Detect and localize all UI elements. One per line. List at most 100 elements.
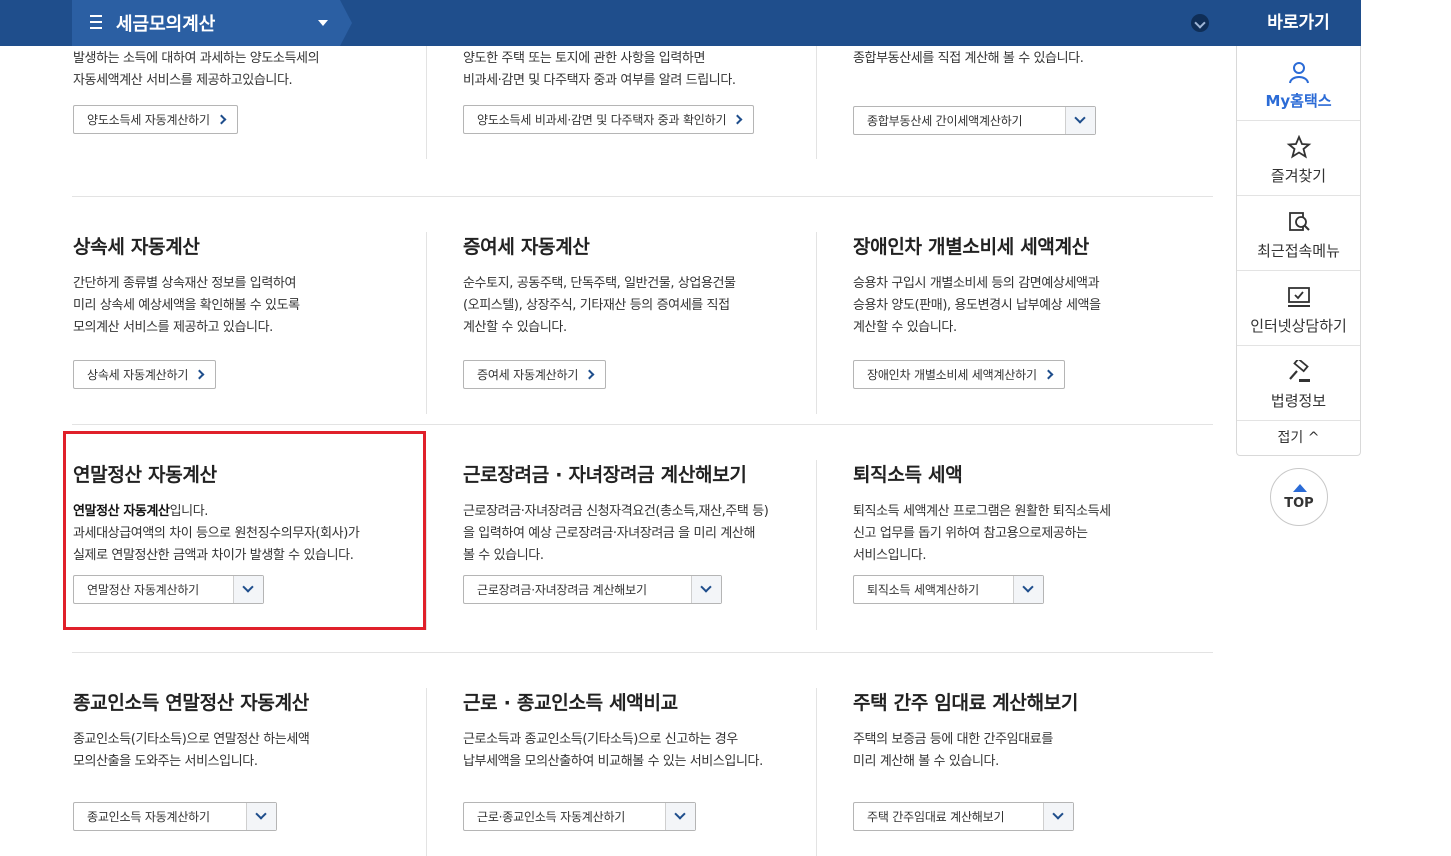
hamburger-icon[interactable]	[90, 15, 102, 29]
card-desc: 계산할 수 있습니다.	[463, 320, 567, 335]
card-deemed-rent: 주택 간주 임대료 계산해보기 주택의 보증금 등에 대한 간주임대료를 미리 …	[853, 688, 1078, 773]
card-desc: 비과세·감면 및 다주택자 중과 여부를 알려 드립니다.	[463, 73, 736, 88]
card-title: 장애인차 개별소비세 세액계산	[853, 236, 1089, 258]
chevron-right-icon	[1043, 369, 1054, 380]
column-divider	[426, 232, 427, 414]
card-desc: 퇴직소득 세액계산 프로그램은 원활한 퇴직소득세	[853, 504, 1111, 519]
disabled-car-tax-calc-button[interactable]: 장애인차 개별소비세 세액계산하기	[853, 360, 1065, 389]
chevron-right-icon	[732, 114, 743, 125]
card-desc: 계산할 수 있습니다.	[853, 320, 957, 335]
card-desc: 자동세액계산 서비스를 제공하고있습니다.	[73, 73, 293, 88]
quick-item-my-hometax[interactable]: My홈택스	[1237, 46, 1360, 121]
card-desc: 간단하게 종류별 상속재산 정보를 입력하여	[73, 276, 297, 291]
person-icon	[1288, 62, 1309, 84]
card-transfer-tax: 발생하는 소득에 대하여 과세하는 양도소득세의 자동세액계산 서비스를 제공하…	[73, 48, 320, 92]
religious-income-select[interactable]: 종교인소득 자동계산하기	[73, 802, 277, 831]
quick-item-consult[interactable]: 인터넷상담하기	[1237, 271, 1360, 346]
quick-menu-list: My홈택스 즐겨찾기 최근접속메뉴 인터넷상담하기 법령정보 접기 ^	[1236, 46, 1361, 456]
breadcrumb-arrow	[340, 0, 352, 46]
card-desc: 신고 업무를 돕기 위하여 참고용으로제공하는	[853, 526, 1088, 541]
card-desc: 납부세액을 모의산출하여 비교해볼 수 있는 서비스입니다.	[463, 754, 763, 769]
chevron-down-icon[interactable]	[318, 20, 328, 26]
card-desc: 승용차 구입시 개별소비세 등의 감면예상세액과	[853, 276, 1100, 291]
recent-search-icon	[1288, 212, 1310, 231]
card-title: 근로 · 종교인소득 세액비교	[463, 692, 678, 714]
card-desc: 주택의 보증금 등에 대한 간주임대료를	[853, 732, 1053, 747]
card-title: 상속세 자동계산	[73, 236, 200, 258]
comprehensive-property-tax-select[interactable]: 종합부동산세 간이세액계산하기	[853, 106, 1096, 135]
card-desc: 서비스입니다.	[853, 548, 927, 563]
top-bar: 세금모의계산	[0, 0, 1236, 46]
card-desc: 을 입력하여 예상 근로장려금·자녀장려금 을 미리 계산해	[463, 526, 756, 541]
gavel-icon	[1288, 360, 1310, 382]
chevron-down-icon[interactable]	[1043, 803, 1073, 830]
column-divider	[426, 46, 427, 159]
quick-item-label: 법령정보	[1270, 392, 1327, 410]
column-divider	[426, 460, 427, 630]
chevron-down-icon[interactable]	[1013, 576, 1043, 603]
star-icon	[1286, 135, 1311, 159]
chevron-down-icon[interactable]	[1065, 107, 1095, 134]
inheritance-tax-calc-button[interactable]: 상속세 자동계산하기	[73, 360, 217, 389]
earned-income-credit-select[interactable]: 근로장려금·자녀장려금 계산해보기	[463, 575, 722, 604]
transfer-tax-calc-button[interactable]: 양도소득세 자동계산하기	[73, 105, 238, 134]
top-label: TOP	[1284, 496, 1314, 511]
card-inheritance-tax: 상속세 자동계산 간단하게 종류별 상속재산 정보를 입력하여 미리 상속세 예…	[73, 232, 300, 339]
card-desc: 모의계산 서비스를 제공하고 있습니다.	[73, 320, 273, 335]
scroll-top-button[interactable]: TOP	[1270, 468, 1328, 526]
card-desc: 모의산출을 도와주는 서비스입니다.	[73, 754, 258, 769]
card-desc: 발생하는 소득에 대하여 과세하는 양도소득세의	[73, 51, 320, 66]
card-comprehensive-property-tax: 종합부동산세를 직접 계산해 볼 수 있습니다.	[853, 48, 1084, 70]
labor-religious-compare-select[interactable]: 근로·종교인소득 자동계산하기	[463, 802, 696, 831]
chevron-right-icon	[584, 369, 595, 380]
quick-item-favorites[interactable]: 즐겨찾기	[1237, 121, 1360, 196]
gift-tax-calc-button[interactable]: 증여세 자동계산하기	[463, 360, 607, 389]
card-title: 증여세 자동계산	[463, 236, 590, 258]
card-title: 근로장려금 · 자녀장려금 계산해보기	[463, 464, 747, 486]
card-labor-religious-compare: 근로 · 종교인소득 세액비교 근로소득과 종교인소득(기타소득)으로 신고하는…	[463, 688, 763, 773]
quick-item-label: 인터넷상담하기	[1250, 317, 1347, 335]
quick-item-label: My홈택스	[1265, 92, 1332, 110]
page-title[interactable]: 세금모의계산	[116, 10, 215, 36]
column-divider	[816, 688, 817, 856]
card-title: 주택 간주 임대료 계산해보기	[853, 692, 1079, 714]
deemed-rent-select[interactable]: 주택 간주임대료 계산해보기	[853, 802, 1074, 831]
row-divider	[72, 652, 1213, 653]
card-desc: (오피스텔), 상장주식, 기타재산 등의 증여세를 직접	[463, 298, 730, 313]
transfer-exemption-check-button[interactable]: 양도소득세 비과세·감면 및 다주택자 중과 확인하기	[463, 105, 755, 134]
chevron-down-icon[interactable]	[691, 576, 721, 603]
chevron-right-icon	[194, 369, 205, 380]
chevron-right-icon	[216, 114, 227, 125]
card-desc: 미리 상속세 예상세액을 확인해볼 수 있도록	[73, 298, 300, 313]
column-divider	[816, 46, 817, 159]
highlight-box	[63, 431, 426, 630]
chevron-down-icon[interactable]	[246, 803, 276, 830]
card-gift-tax: 증여세 자동계산 순수토지, 공동주택, 단독주택, 일반건물, 상업용건물 (…	[463, 232, 736, 339]
quick-item-label: 최근접속메뉴	[1257, 242, 1340, 260]
monitor-icon	[1287, 287, 1310, 307]
card-desc: 종합부동산세를 직접 계산해 볼 수 있습니다.	[853, 51, 1084, 66]
card-desc: 근로소득과 종교인소득(기타소득)으로 신고하는 경우	[463, 732, 738, 747]
quick-item-recent-menu[interactable]: 최근접속메뉴	[1237, 196, 1360, 271]
retirement-income-tax-select[interactable]: 퇴직소득 세액계산하기	[853, 575, 1044, 604]
card-religious-income: 종교인소득 연말정산 자동계산 종교인소득(기타소득)으로 연말정산 하는세액 …	[73, 688, 310, 773]
card-desc: 승용차 양도(판매), 용도변경시 납부예상 세액을	[853, 298, 1101, 313]
row-divider	[72, 424, 1213, 425]
quick-menu-fold[interactable]: 접기 ^	[1237, 421, 1360, 455]
arrow-up-icon	[1293, 484, 1307, 492]
expand-circle-icon[interactable]	[1191, 14, 1209, 32]
column-divider	[426, 688, 427, 856]
quick-menu-title[interactable]: 바로가기	[1236, 0, 1361, 46]
quick-item-law-info[interactable]: 법령정보	[1237, 346, 1360, 421]
card-desc: 근로장려금·자녀장려금 신청자격요건(총소득,재산,주택 등)	[463, 504, 769, 519]
card-disabled-car-tax: 장애인차 개별소비세 세액계산 승용차 구입시 개별소비세 등의 감면예상세액과…	[853, 232, 1101, 339]
row-divider	[72, 196, 1213, 197]
card-desc: 양도한 주택 또는 토지에 관한 사항을 입력하면	[463, 51, 706, 66]
card-title: 종교인소득 연말정산 자동계산	[73, 692, 309, 714]
card-transfer-exemption: 양도한 주택 또는 토지에 관한 사항을 입력하면 비과세·감면 및 다주택자 …	[463, 48, 736, 92]
card-earned-income-credit: 근로장려금 · 자녀장려금 계산해보기 근로장려금·자녀장려금 신청자격요건(총…	[463, 460, 769, 567]
card-retirement-income-tax: 퇴직소득 세액 퇴직소득 세액계산 프로그램은 원활한 퇴직소득세 신고 업무를…	[853, 460, 1111, 567]
chevron-down-icon[interactable]	[665, 803, 695, 830]
quick-menu: 바로가기 My홈택스 즐겨찾기 최근접속메뉴 인터넷상담하기 법령정보 접기 ^	[1236, 0, 1361, 456]
card-desc: 순수토지, 공동주택, 단독주택, 일반건물, 상업용건물	[463, 276, 736, 291]
